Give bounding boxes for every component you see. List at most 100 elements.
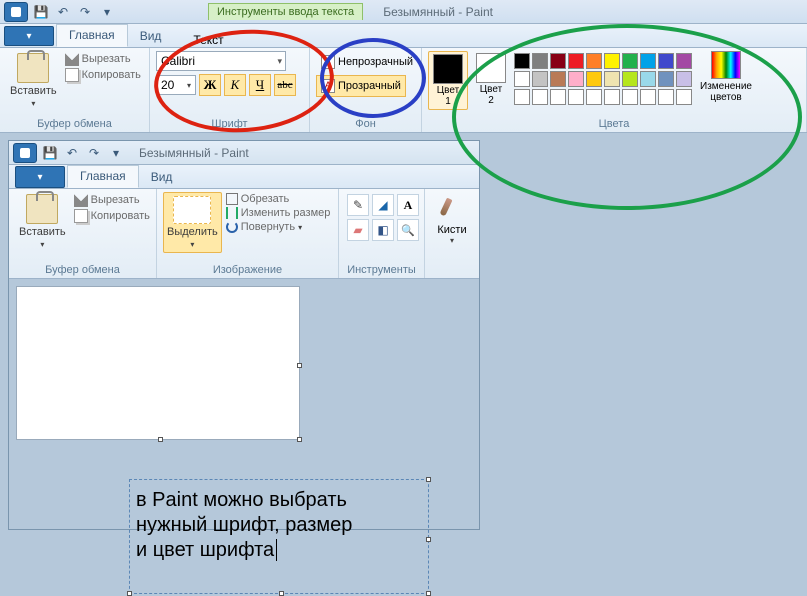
crop-button[interactable]: Обрезать — [226, 192, 331, 206]
palette-swatch[interactable] — [658, 53, 674, 69]
qat-customize-icon[interactable]: ▾ — [97, 2, 117, 22]
edit-colors-button[interactable]: Изменение цветов — [696, 51, 756, 103]
group-clipboard: Вставить ▾ Вырезать Копировать Буфер обм… — [0, 48, 150, 132]
palette-swatch[interactable] — [640, 53, 656, 69]
clipboard-icon — [26, 194, 58, 224]
tab-home[interactable]: Главная — [67, 165, 139, 188]
color2-button[interactable]: Цвет 2 — [472, 51, 510, 108]
inner-ribbon-tabs: ▾ Главная Вид — [9, 165, 479, 189]
qat-redo-icon[interactable]: ↷ — [75, 2, 95, 22]
tab-view[interactable]: Вид — [139, 167, 185, 188]
palette-swatch[interactable] — [514, 71, 530, 87]
qat-undo-icon[interactable]: ↶ — [53, 2, 73, 22]
qat-undo-icon[interactable]: ↶ — [62, 143, 82, 163]
palette-swatch[interactable] — [676, 71, 692, 87]
text-subtab[interactable]: Текст — [193, 33, 223, 47]
textbox-handle[interactable] — [279, 591, 284, 596]
magnifier-tool[interactable] — [397, 219, 419, 241]
palette-swatch[interactable] — [568, 53, 584, 69]
font-family-combo[interactable]: Calibri ▾ — [156, 51, 286, 71]
group-background: Непрозрачный Прозрачный Фон — [310, 48, 422, 132]
pencil-tool[interactable] — [347, 194, 369, 216]
palette-swatch[interactable] — [640, 71, 656, 87]
font-size-combo[interactable]: 20 ▾ — [156, 75, 196, 95]
qat-redo-icon[interactable]: ↷ — [84, 143, 104, 163]
text-input-box[interactable]: в Paint можно выбрать нужный шрифт, разм… — [129, 479, 429, 594]
paste-button[interactable]: Вставить ▾ — [15, 192, 70, 251]
strike-button[interactable]: abc — [274, 74, 296, 96]
rotate-label: Повернуть — [241, 221, 295, 233]
file-tab[interactable]: ▾ — [4, 26, 54, 46]
canvas[interactable] — [17, 287, 299, 439]
resize-handle-bottom[interactable] — [158, 437, 163, 442]
palette-swatch[interactable] — [550, 53, 566, 69]
tab-view[interactable]: Вид — [128, 26, 174, 47]
resize-handle-corner[interactable] — [297, 437, 302, 442]
brushes-button[interactable]: Кисти ▾ — [431, 192, 473, 247]
palette-swatch[interactable] — [550, 89, 566, 105]
rotate-button[interactable]: Повернуть ▾ — [226, 220, 331, 234]
chevron-down-icon: ▾ — [31, 99, 35, 108]
color-picker-tool[interactable] — [372, 219, 394, 241]
palette-swatch[interactable] — [604, 53, 620, 69]
palette-swatch[interactable] — [622, 71, 638, 87]
cut-button[interactable]: Вырезать — [74, 192, 150, 208]
palette-swatch[interactable] — [532, 71, 548, 87]
palette-swatch[interactable] — [532, 53, 548, 69]
palette-swatch[interactable] — [514, 53, 530, 69]
palette-swatch[interactable] — [586, 89, 602, 105]
system-menu-icon[interactable] — [4, 2, 28, 22]
copy-button[interactable]: Копировать — [65, 67, 141, 83]
palette-swatch[interactable] — [604, 89, 620, 105]
eraser-tool[interactable] — [347, 219, 369, 241]
select-button[interactable]: Выделить ▾ — [163, 192, 222, 253]
canvas-area[interactable]: в Paint можно выбрать нужный шрифт, разм… — [9, 279, 479, 529]
fill-tool[interactable] — [372, 194, 394, 216]
palette-swatch[interactable] — [676, 53, 692, 69]
color1-label: Цвет 1 — [437, 85, 459, 107]
palette-swatch[interactable] — [658, 89, 674, 105]
textbox-handle[interactable] — [127, 591, 132, 596]
select-icon — [173, 196, 211, 224]
textbox-handle[interactable] — [426, 591, 431, 596]
scissors-icon — [74, 193, 88, 207]
crop-label: Обрезать — [241, 193, 290, 205]
tab-home[interactable]: Главная — [56, 24, 128, 47]
palette-swatch[interactable] — [568, 89, 584, 105]
palette-swatch[interactable] — [658, 71, 674, 87]
resize-button[interactable]: Изменить размер — [226, 206, 331, 220]
underline-button[interactable]: Ч — [249, 74, 271, 96]
palette-swatch[interactable] — [550, 71, 566, 87]
qat-customize-icon[interactable]: ▾ — [106, 143, 126, 163]
palette-swatch[interactable] — [622, 53, 638, 69]
resize-handle-right[interactable] — [297, 363, 302, 368]
text-tool[interactable]: A — [397, 194, 419, 216]
palette-swatch[interactable] — [532, 89, 548, 105]
palette-swatch[interactable] — [586, 71, 602, 87]
palette-swatch[interactable] — [604, 71, 620, 87]
palette-swatch[interactable] — [568, 71, 584, 87]
palette-swatch[interactable] — [640, 89, 656, 105]
color1-button[interactable]: Цвет 1 — [428, 51, 468, 110]
background-group-label: Фон — [316, 117, 415, 132]
qat-save-icon[interactable]: 💾 — [31, 2, 51, 22]
textbox-handle[interactable] — [426, 477, 431, 482]
opaque-button[interactable]: Непрозрачный — [316, 51, 418, 73]
textbox-handle[interactable] — [426, 537, 431, 542]
italic-button[interactable]: К — [224, 74, 246, 96]
transparent-button[interactable]: Прозрачный — [316, 75, 406, 97]
file-tab[interactable]: ▾ — [15, 166, 65, 188]
qat-save-icon[interactable]: 💾 — [40, 143, 60, 163]
bold-button[interactable]: Ж — [199, 74, 221, 96]
text-tools-context-tab[interactable]: Инструменты ввода текста — [208, 3, 363, 20]
paste-button[interactable]: Вставить ▾ — [6, 51, 61, 110]
palette-swatch[interactable] — [622, 89, 638, 105]
palette-swatch[interactable] — [676, 89, 692, 105]
text-line-3: и цвет шрифта — [136, 539, 274, 561]
system-menu-icon[interactable] — [13, 143, 37, 163]
cut-button[interactable]: Вырезать — [65, 51, 141, 67]
clipboard-group-label: Буфер обмена — [15, 263, 150, 278]
copy-button[interactable]: Копировать — [74, 208, 150, 224]
palette-swatch[interactable] — [514, 89, 530, 105]
palette-swatch[interactable] — [586, 53, 602, 69]
